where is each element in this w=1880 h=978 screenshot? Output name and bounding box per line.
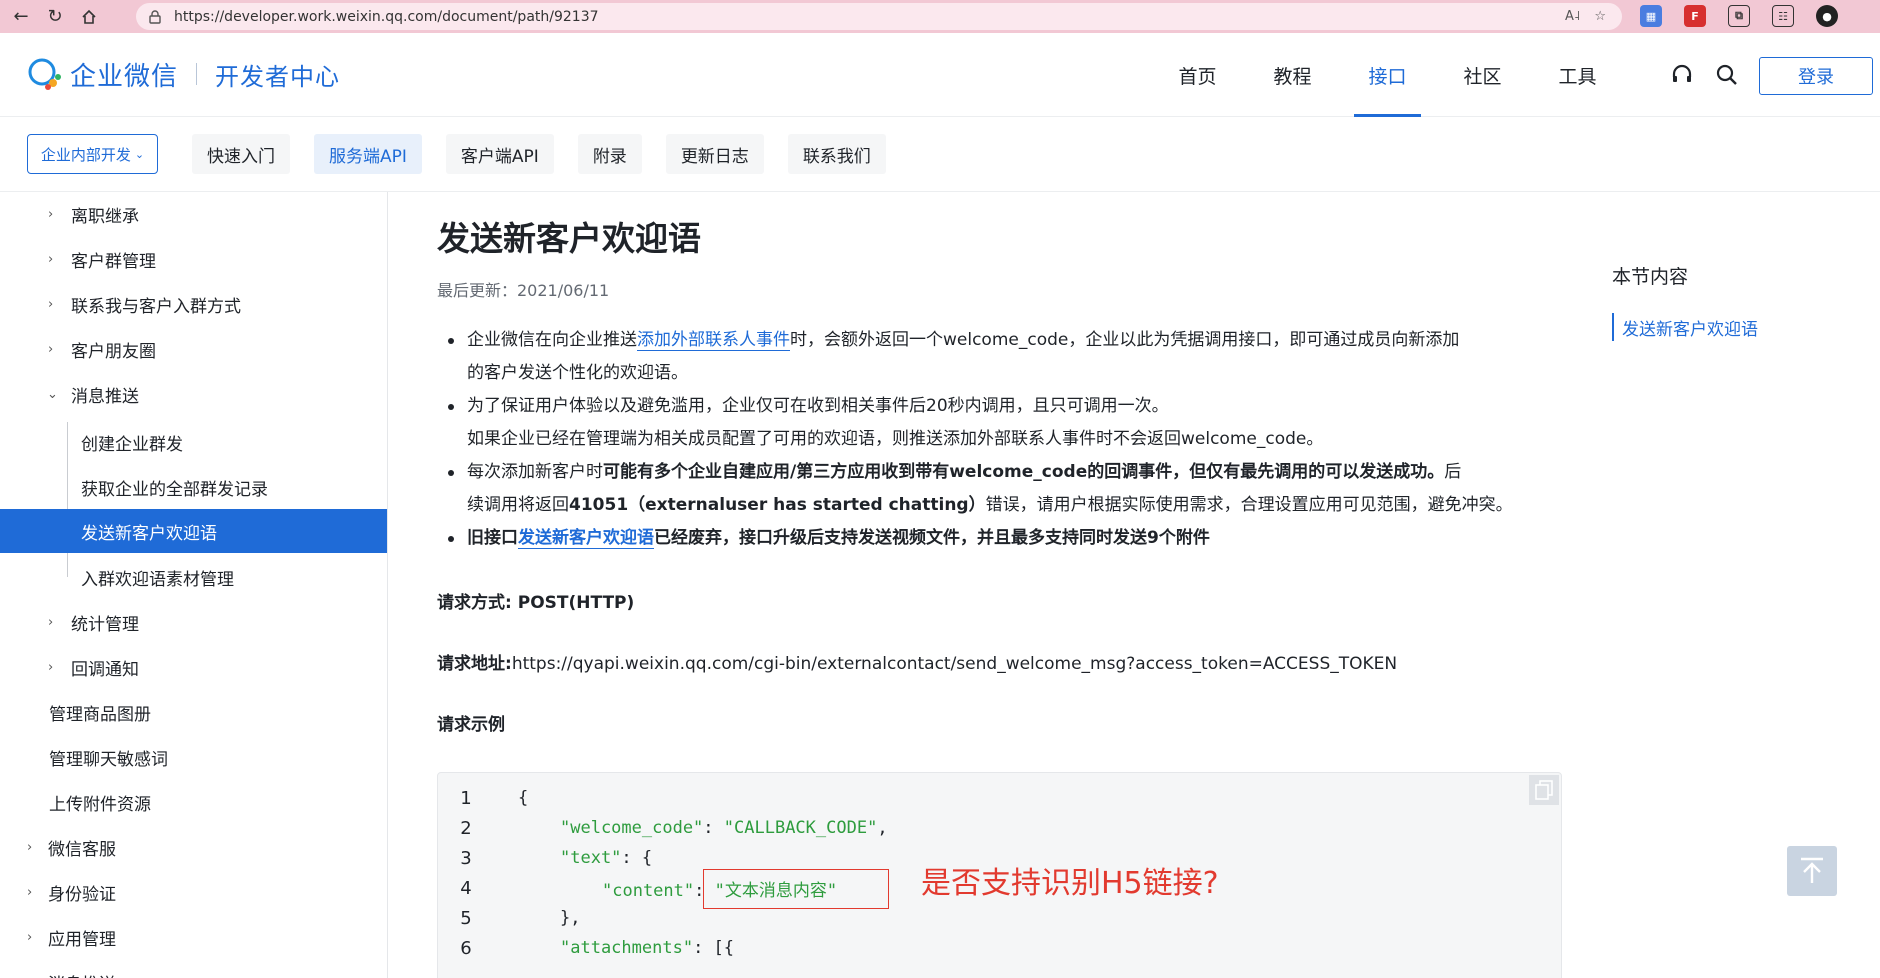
login-button[interactable]: 登录 <box>1759 57 1873 95</box>
sidebar-item[interactable]: › 回调通知 <box>0 645 387 689</box>
nav-tutorial[interactable]: 教程 <box>1245 33 1340 117</box>
code-line: 5}, <box>460 907 581 929</box>
collections-icon[interactable]: ⧉ <box>1728 5 1750 27</box>
chevron-right-icon: › <box>27 839 33 855</box>
chevron-down-icon: ⌄ <box>47 386 58 402</box>
sidebar: › 离职继承 › 客户群管理 › 联系我与客户入群方式 › 客户朋友圈 ⌄ 消息推送 创建… <box>0 192 388 978</box>
tab-contact[interactable]: 联系我们 <box>787 134 886 174</box>
code-line: 2 "welcome_code": "CALLBACK_CODE", <box>460 817 888 839</box>
copy-icon <box>1535 780 1553 800</box>
sidebar-item[interactable]: 管理聊天敏感词 <box>0 735 387 779</box>
list-item: 为了保证用户体验以及避免滥用，企业仅可在收到相关事件后20秒内调用，且只可调用一… <box>437 390 1567 456</box>
nav-home[interactable]: 首页 <box>1150 33 1245 117</box>
request-method: 请求方式: POST(HTTP) <box>437 593 635 613</box>
code-line: 6 "attachments": [{ <box>460 937 735 959</box>
extension-icon[interactable]: F <box>1684 5 1706 27</box>
chevron-right-icon: › <box>27 884 33 900</box>
sidebar-item-expanded[interactable]: ⌄ 消息推送 <box>0 372 387 416</box>
top-nav: 首页 教程 接口 社区 工具 <box>1150 33 1625 117</box>
event-link[interactable]: 添加外部联系人事件 <box>637 330 790 351</box>
nav-api[interactable]: 接口 <box>1340 33 1435 117</box>
sidebar-subitem[interactable]: 创建企业群发 <box>0 420 387 464</box>
back-to-top-button[interactable] <box>1787 846 1837 896</box>
tab-changelog[interactable]: 更新日志 <box>665 134 764 174</box>
sidebar-subitem-active[interactable]: 发送新客户欢迎语 <box>0 509 387 553</box>
page-title: 发送新客户欢迎语 <box>437 219 701 258</box>
chevron-right-icon: › <box>48 341 54 357</box>
chevron-down-icon: ⌄ <box>134 147 145 161</box>
list-item: 旧接口发送新客户欢迎语已经废弃，接口升级后支持发送视频文件，并且最多支持同时发送… <box>437 522 1567 555</box>
extension-icon[interactable]: ▦ <box>1640 5 1662 27</box>
list-item: 企业微信在向企业推送添加外部联系人事件时，会额外返回一个welcome_code… <box>437 324 1567 390</box>
list-item: 每次添加新客户时可能有多个企业自建应用/第三方应用收到带有welcome_cod… <box>437 456 1567 522</box>
notes-list: 企业微信在向企业推送添加外部联系人事件时，会额外返回一个welcome_code… <box>437 324 1567 555</box>
chevron-right-icon: › <box>48 614 54 630</box>
sub-nav: 企业内部开发 ⌄ 快速入门 服务端API 客户端API 附录 更新日志 联系我们 <box>0 118 1880 192</box>
logo-subtitle: 开发者中心 <box>215 62 341 91</box>
chevron-right-icon: › <box>48 206 54 222</box>
sidebar-item[interactable]: › 客户朋友圈 <box>0 327 387 371</box>
tab-quickstart[interactable]: 快速入门 <box>192 134 290 174</box>
arrow-up-icon <box>1801 857 1823 883</box>
lock-icon <box>149 9 161 24</box>
url-text: https://developer.work.weixin.qq.com/doc… <box>174 8 599 25</box>
chevron-right-icon: › <box>27 975 32 978</box>
sidebar-subitem[interactable]: 获取企业的全部群发记录 <box>0 465 387 509</box>
browser-toolbar: ← ↻ https://developer.work.weixin.qq.com… <box>0 0 1880 33</box>
sidebar-item[interactable]: › 客户群管理 <box>0 237 387 281</box>
wecom-logo-icon <box>28 58 61 90</box>
logo[interactable]: 企业微信 开发者中心 <box>26 55 340 93</box>
toc-title: 本节内容 <box>1612 266 1689 288</box>
tab-server-api[interactable]: 服务端API <box>314 134 422 174</box>
request-example-label: 请求示例 <box>437 715 505 735</box>
favorite-icon[interactable]: ☆ <box>1594 9 1606 24</box>
sidebar-subitem[interactable]: 入群欢迎语素材管理 <box>0 555 387 599</box>
site-header: 企业微信 开发者中心 首页 教程 接口 社区 工具 登录 <box>0 33 1880 117</box>
code-line: 1{ <box>460 787 529 809</box>
highlight-box <box>703 869 889 909</box>
deprecated-api-link[interactable]: 发送新客户欢迎语 <box>518 528 654 549</box>
code-line: 3 "text": { <box>460 847 653 869</box>
address-bar[interactable]: https://developer.work.weixin.qq.com/doc… <box>136 3 1622 30</box>
sidebar-item[interactable]: › 微信客服 <box>0 825 387 869</box>
sidebar-item[interactable]: › 应用管理 <box>0 915 387 959</box>
sidebar-item[interactable]: 管理商品图册 <box>0 690 387 734</box>
code-line: 4 "content": "文本消息内容" <box>460 877 838 901</box>
chevron-right-icon: › <box>27 929 33 945</box>
annotation-note: 是否支持识别H5链接? <box>921 866 1219 901</box>
chevron-right-icon: › <box>48 251 54 267</box>
tab-client-api[interactable]: 客户端API <box>445 134 554 174</box>
nav-community[interactable]: 社区 <box>1435 33 1530 117</box>
last-updated: 最后更新：2021/06/11 <box>437 281 610 300</box>
chevron-right-icon: › <box>48 659 54 675</box>
search-icon[interactable] <box>1715 63 1739 87</box>
reload-icon[interactable]: ↻ <box>42 4 68 30</box>
logo-divider <box>196 63 198 85</box>
nav-tools[interactable]: 工具 <box>1530 33 1625 117</box>
sidebar-item[interactable]: › 统计管理 <box>0 600 387 644</box>
sidebar-item[interactable]: › 身份验证 <box>0 870 387 914</box>
sidebar-item[interactable]: ›消息推送 <box>0 960 387 978</box>
scope-dropdown[interactable]: 企业内部开发 ⌄ <box>27 134 158 174</box>
home-icon[interactable] <box>76 4 102 30</box>
read-aloud-icon[interactable]: A˨ <box>1565 9 1580 24</box>
sidebar-item[interactable]: 上传附件资源 <box>0 780 387 824</box>
tab-appendix[interactable]: 附录 <box>577 134 642 174</box>
sidebar-item[interactable]: › 联系我与客户入群方式 <box>0 282 387 326</box>
logo-text: 企业微信 <box>70 61 179 92</box>
headset-icon[interactable] <box>1670 63 1694 87</box>
scope-label: 企业内部开发 <box>40 145 131 164</box>
back-icon[interactable]: ← <box>8 4 34 30</box>
profile-avatar[interactable]: ● <box>1816 5 1838 27</box>
screenshot-icon[interactable]: ☷ <box>1772 5 1794 27</box>
sidebar-item[interactable]: › 离职继承 <box>0 192 387 236</box>
request-url: 请求地址:https://qyapi.weixin.qq.com/cgi-bin… <box>437 654 1398 674</box>
chevron-right-icon: › <box>48 296 54 312</box>
copy-button[interactable] <box>1529 775 1559 805</box>
toc-link[interactable]: 发送新客户欢迎语 <box>1612 313 1758 341</box>
